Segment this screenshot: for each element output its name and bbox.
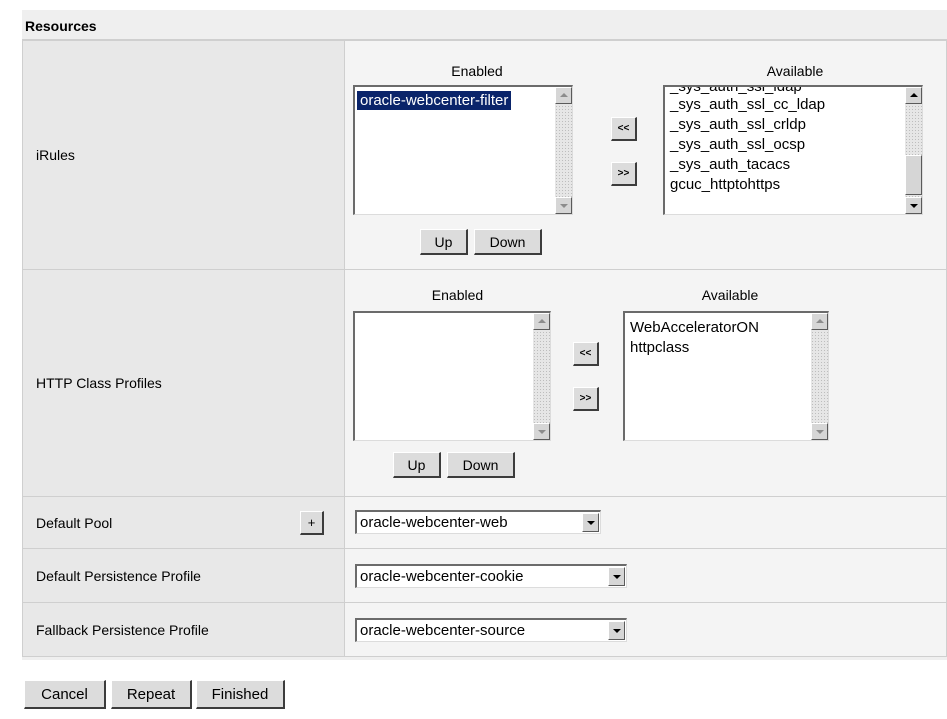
irules-label: iRules	[22, 40, 345, 270]
arrow-up-icon	[560, 93, 568, 97]
chevron-down-icon	[587, 521, 595, 525]
irules-available-header: Available	[766, 63, 824, 79]
irules-move-left-button[interactable]: <<	[611, 117, 637, 141]
http-class-available-header: Available	[701, 287, 759, 303]
fallback-persistence-select[interactable]: oracle-webcenter-source	[355, 618, 627, 642]
http-class-label: HTTP Class Profiles	[22, 269, 345, 497]
http-class-enabled-list[interactable]	[353, 311, 551, 441]
scroll-up-button[interactable]	[533, 313, 550, 330]
chevron-down-icon	[613, 575, 621, 579]
scroll-down-button[interactable]	[555, 197, 572, 214]
dropdown-button[interactable]	[608, 567, 625, 586]
default-pool-select[interactable]: oracle-webcenter-web	[355, 510, 601, 534]
default-persistence-value: oracle-webcenter-cookie	[360, 568, 524, 585]
add-pool-button[interactable]: +	[300, 511, 324, 535]
default-pool-value: oracle-webcenter-web	[360, 514, 508, 531]
cancel-button[interactable]: Cancel	[24, 680, 106, 709]
scrollbar-thumb[interactable]	[905, 155, 922, 195]
list-item[interactable]: _sys_auth_tacacs	[667, 155, 793, 174]
default-pool-cell: oracle-webcenter-web	[344, 496, 947, 549]
http-class-cell: Enabled Available << >> WebAcceleratorON…	[344, 269, 947, 497]
list-item[interactable]: WebAcceleratorON	[627, 318, 762, 337]
arrow-down-icon	[538, 430, 546, 434]
dropdown-button[interactable]	[582, 513, 599, 532]
fallback-persistence-value: oracle-webcenter-source	[360, 622, 526, 639]
scrollbar[interactable]	[555, 87, 572, 214]
http-class-move-right-button[interactable]: >>	[573, 387, 599, 411]
scrollbar[interactable]	[533, 313, 550, 440]
row-default-persistence: Default Persistence Profile oracle-webce…	[22, 548, 947, 603]
list-item[interactable]: httpclass	[627, 338, 692, 357]
default-persistence-label: Default Persistence Profile	[22, 548, 345, 603]
irules-move-right-button[interactable]: >>	[611, 162, 637, 186]
fallback-persistence-label: Fallback Persistence Profile	[22, 602, 345, 657]
scroll-down-button[interactable]	[905, 197, 922, 214]
default-pool-label: Default Pool	[36, 514, 113, 531]
finished-button[interactable]: Finished	[196, 680, 285, 709]
section-title: Resources	[25, 18, 97, 34]
list-item[interactable]: gcuc_httptohttps	[667, 175, 783, 194]
default-pool-cell-label: Default Pool +	[22, 496, 345, 549]
scrollbar[interactable]	[905, 87, 922, 214]
http-class-available-list[interactable]: WebAcceleratorON httpclass	[623, 311, 829, 441]
list-item[interactable]: _sys_auth_ssl_cc_ldap	[667, 95, 828, 114]
scroll-up-button[interactable]	[811, 313, 828, 330]
fallback-persistence-cell: oracle-webcenter-source	[344, 602, 947, 657]
scroll-up-button[interactable]	[905, 87, 922, 104]
row-irules: iRules Enabled Available oracle-webcente…	[22, 40, 947, 270]
list-item[interactable]: _sys_auth_ssl_crldp	[667, 115, 809, 134]
row-fallback-persistence: Fallback Persistence Profile oracle-webc…	[22, 602, 947, 657]
list-item[interactable]: _sys_auth_ssl_ocsp	[667, 135, 808, 154]
http-class-enabled-header: Enabled	[431, 287, 484, 303]
scrollbar[interactable]	[811, 313, 828, 440]
arrow-up-icon	[910, 93, 918, 97]
irules-enabled-header: Enabled	[451, 63, 503, 79]
http-class-up-button[interactable]: Up	[393, 452, 441, 478]
irules-cell: Enabled Available oracle-webcenter-filte…	[344, 40, 947, 270]
default-persistence-cell: oracle-webcenter-cookie	[344, 548, 947, 603]
arrow-down-icon	[910, 204, 918, 208]
irules-up-button[interactable]: Up	[420, 229, 468, 255]
list-item[interactable]: oracle-webcenter-filter	[357, 91, 512, 110]
arrow-up-icon	[816, 319, 824, 323]
scroll-down-button[interactable]	[533, 423, 550, 440]
irules-down-button[interactable]: Down	[474, 229, 542, 255]
arrow-down-icon	[816, 430, 824, 434]
scroll-down-button[interactable]	[811, 423, 828, 440]
default-persistence-select[interactable]: oracle-webcenter-cookie	[355, 564, 627, 588]
resources-table: iRules Enabled Available oracle-webcente…	[22, 40, 947, 657]
chevron-down-icon	[613, 629, 621, 633]
http-class-move-left-button[interactable]: <<	[573, 342, 599, 366]
repeat-button[interactable]: Repeat	[111, 680, 192, 709]
arrow-up-icon	[538, 319, 546, 323]
irules-available-list[interactable]: _sys_auth_ssl_ldap _sys_auth_ssl_cc_ldap…	[663, 85, 923, 215]
scroll-up-button[interactable]	[555, 87, 572, 104]
row-http-class: HTTP Class Profiles Enabled Available <<…	[22, 269, 947, 497]
http-class-down-button[interactable]: Down	[447, 452, 515, 478]
dropdown-button[interactable]	[608, 621, 625, 640]
section-header: Resources	[22, 10, 947, 40]
irules-enabled-list[interactable]: oracle-webcenter-filter	[353, 85, 573, 215]
arrow-down-icon	[560, 204, 568, 208]
row-default-pool: Default Pool + oracle-webcenter-web	[22, 496, 947, 549]
